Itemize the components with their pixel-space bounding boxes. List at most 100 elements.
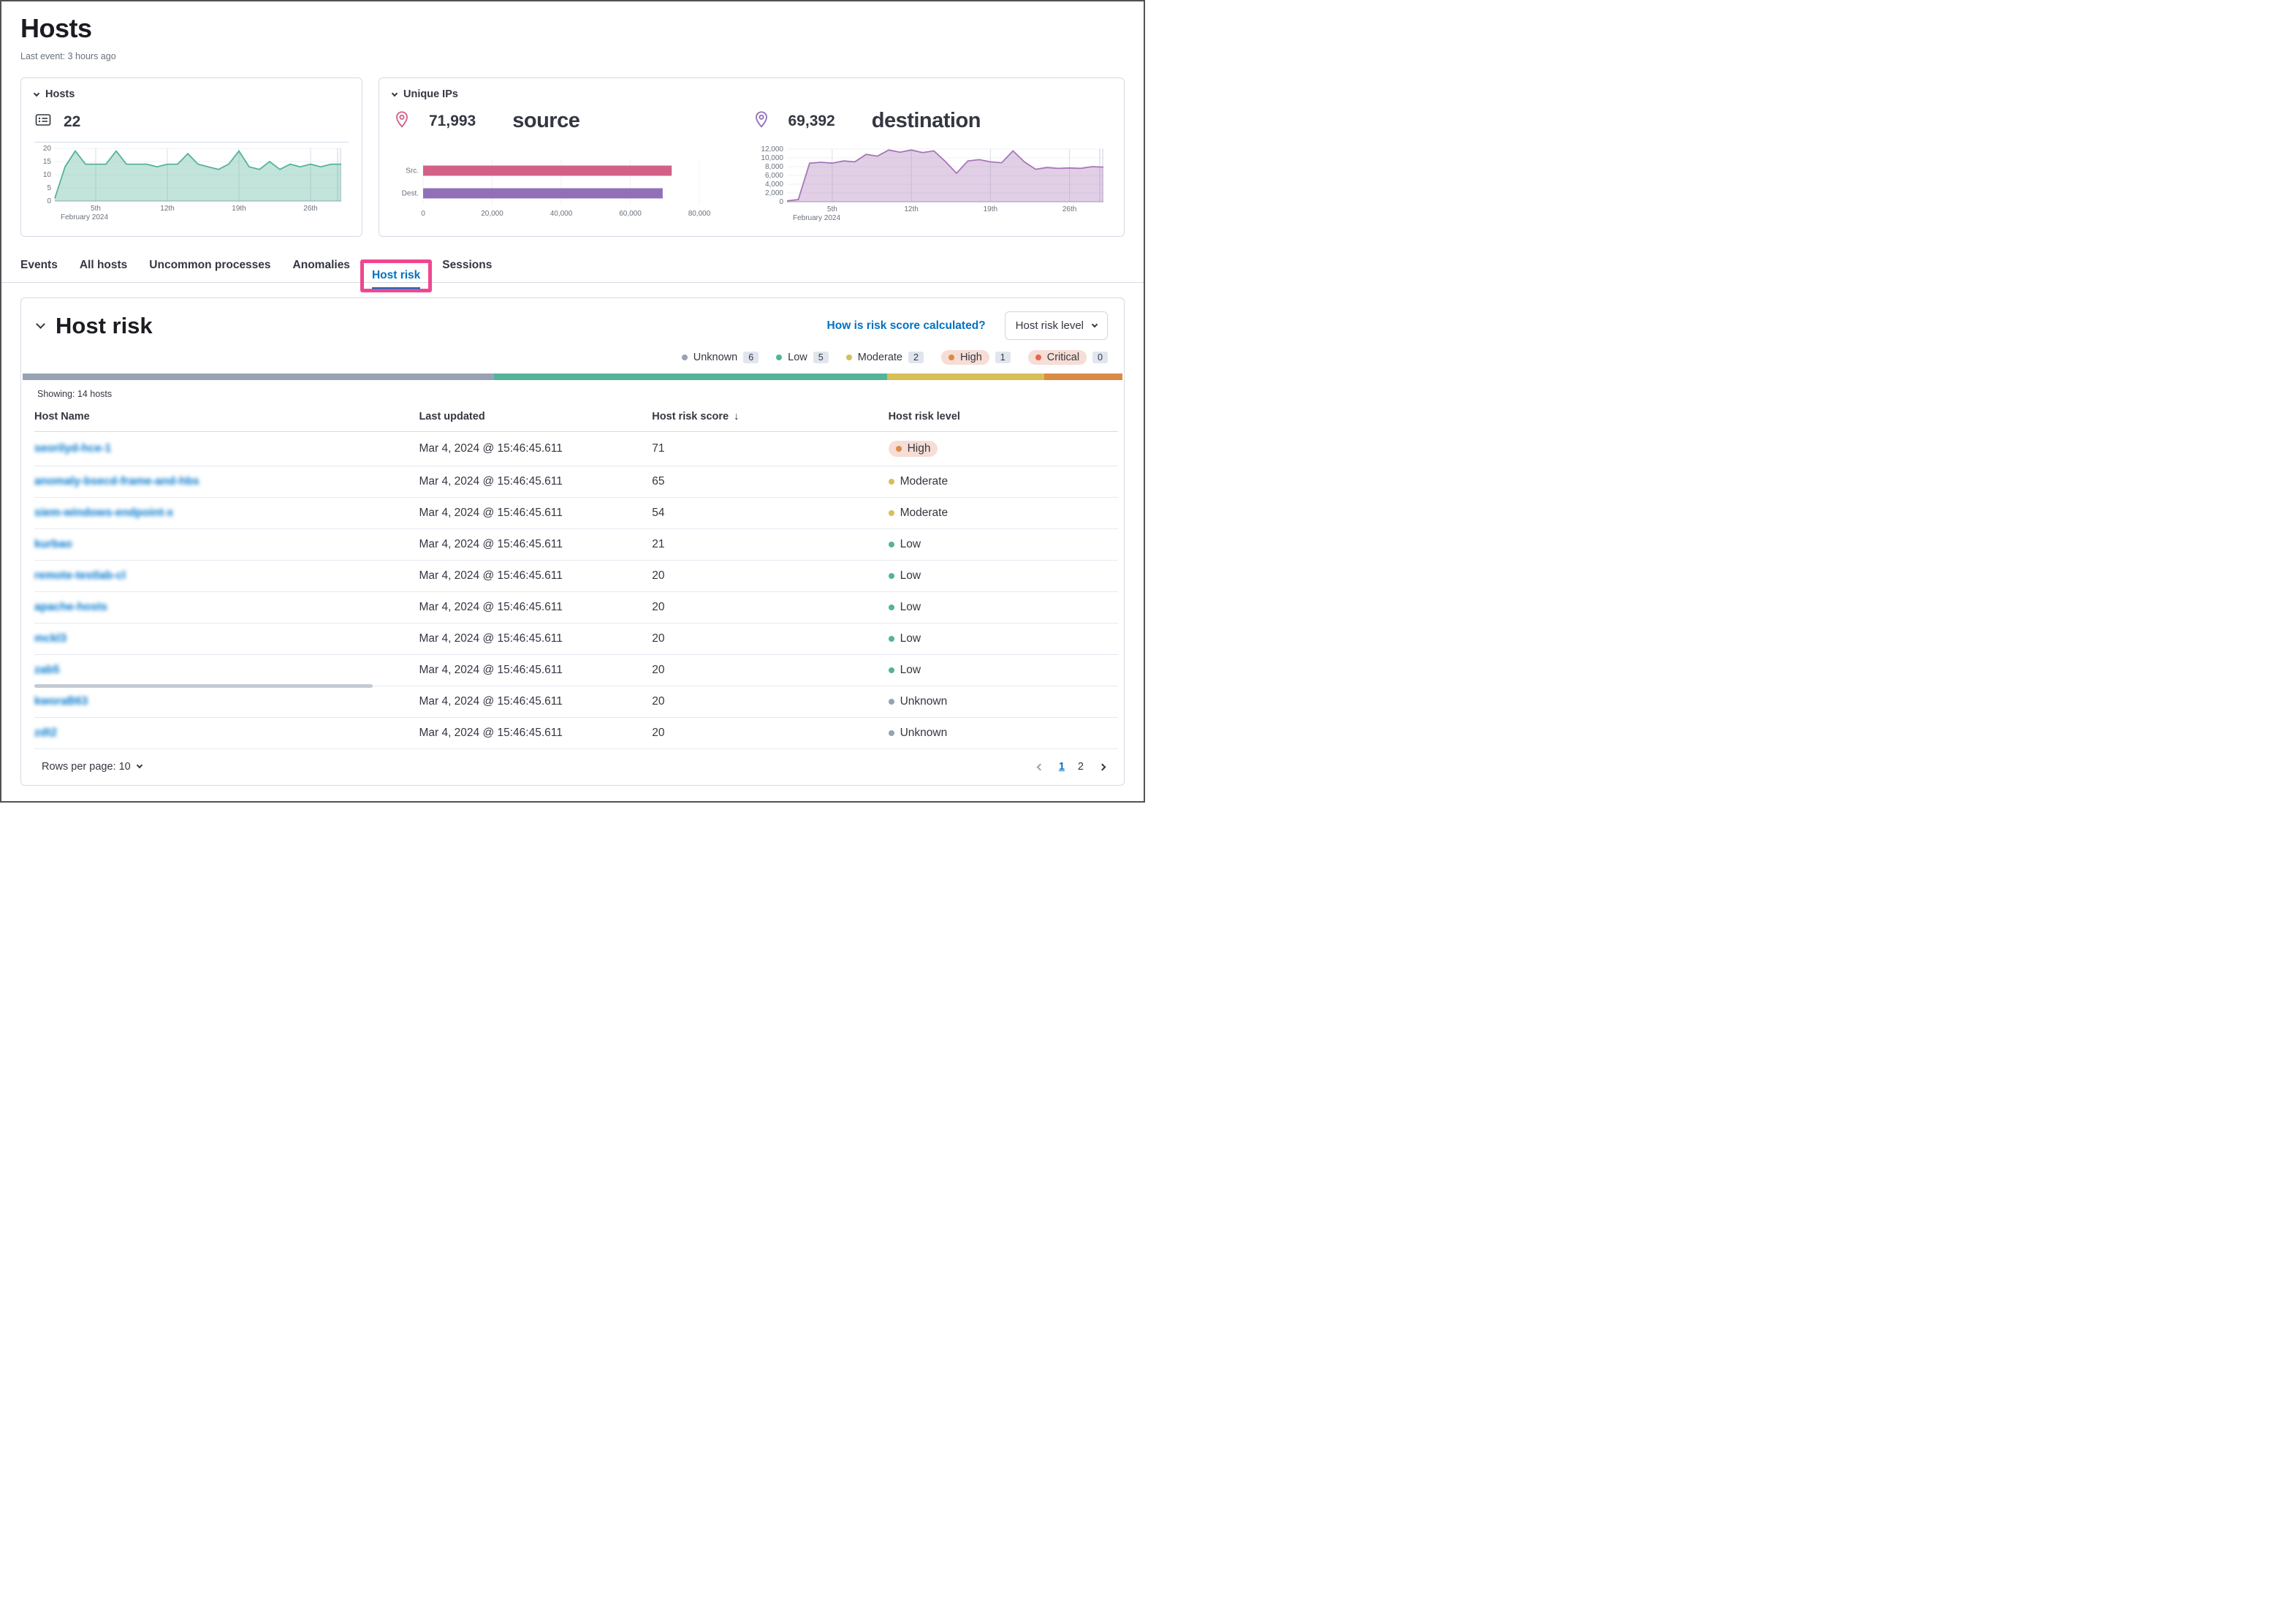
risk-level-cell: Moderate xyxy=(889,498,1118,529)
host-name-cell: mckl3 xyxy=(34,623,419,655)
hosts-panel-title: Hosts xyxy=(45,88,75,100)
svg-text:0: 0 xyxy=(779,198,783,206)
last-updated-cell: Mar 4, 2024 @ 15:46:45.611 xyxy=(419,466,652,498)
risk-score-cell: 21 xyxy=(652,529,888,561)
risk-score-cell: 20 xyxy=(652,686,888,718)
column-header-host-risk-level[interactable]: Host risk level xyxy=(889,401,1118,432)
risk-level-cell: Low xyxy=(889,623,1118,655)
kpi-unique-ips-panel: Unique IPs 71,993 source xyxy=(379,77,1125,237)
host-name-link[interactable]: zab5 xyxy=(34,664,59,676)
distribution-segment-moderate xyxy=(887,374,1044,380)
risk-score-cell: 71 xyxy=(652,432,888,466)
host-risk-table: Host NameLast updatedHost risk score↓Hos… xyxy=(34,401,1118,749)
level-dot xyxy=(889,667,894,673)
risk-level-badge: Low xyxy=(889,664,921,677)
host-name-cell: apache-hosts xyxy=(34,592,419,623)
host-risk-title: Host risk xyxy=(56,313,153,339)
risk-level-badge: Moderate xyxy=(889,475,948,488)
rows-per-page-button[interactable]: Rows per page: 10 xyxy=(37,760,146,773)
legend-dot xyxy=(846,355,852,360)
host-risk-controls: How is risk score calculated? Host risk … xyxy=(823,311,1108,340)
host-name-cell: zdt2 xyxy=(34,718,419,749)
page-number-1[interactable]: 1 xyxy=(1059,761,1065,773)
kpi-row: Hosts 22 051015205th12th19th26thFebruary… xyxy=(1,77,1144,237)
source-stat: 71,993 source xyxy=(392,109,752,133)
svg-text:19th: 19th xyxy=(984,205,997,213)
risk-score-cell: 20 xyxy=(652,592,888,623)
risk-level-cell: Low xyxy=(889,561,1118,592)
legend-dot xyxy=(682,355,688,360)
svg-text:0: 0 xyxy=(421,210,425,218)
svg-text:60,000: 60,000 xyxy=(619,210,642,218)
risk-level-badge: Unknown xyxy=(889,695,948,708)
risk-score-cell: 20 xyxy=(652,623,888,655)
table-body: seorilyd-hce-1 Mar 4, 2024 @ 15:46:45.611… xyxy=(34,432,1118,749)
legend-count-badge: 6 xyxy=(743,352,759,363)
unique-ips-panel-header[interactable]: Unique IPs xyxy=(392,88,1111,100)
svg-text:12th: 12th xyxy=(160,205,174,213)
host-risk-table-wrap: Host NameLast updatedHost risk score↓Hos… xyxy=(21,401,1124,749)
destination-label: destination xyxy=(872,109,981,133)
map-pin-icon xyxy=(752,110,771,132)
svg-text:5th: 5th xyxy=(827,205,837,213)
last-updated-cell: Mar 4, 2024 @ 15:46:45.611 xyxy=(419,561,652,592)
tab-uncommon-processes[interactable]: Uncommon processes xyxy=(149,259,270,282)
column-header-last-updated[interactable]: Last updated xyxy=(419,401,652,432)
map-pin-icon xyxy=(392,110,411,132)
risk-level-cell: Moderate xyxy=(889,466,1118,498)
level-dot xyxy=(889,542,894,547)
table-row: siem-windows-endpoint-x Mar 4, 2024 @ 15:… xyxy=(34,498,1118,529)
host-name-link[interactable]: zdt2 xyxy=(34,727,57,739)
hosts-panel-header[interactable]: Hosts xyxy=(34,88,349,100)
svg-text:19th: 19th xyxy=(232,205,246,213)
svg-text:10: 10 xyxy=(43,171,52,179)
svg-text:Src.: Src. xyxy=(406,167,419,175)
level-dot xyxy=(889,636,894,642)
tab-anomalies[interactable]: Anomalies xyxy=(293,259,350,282)
risk-level-badge: Low xyxy=(889,569,921,583)
host-risk-panel: Host risk How is risk score calculated? … xyxy=(20,297,1125,786)
svg-text:February 2024: February 2024 xyxy=(793,214,840,222)
chevron-down-icon[interactable] xyxy=(36,319,45,329)
host-name-link[interactable]: remote-testlab-cl xyxy=(34,569,126,582)
host-name-link[interactable]: siem-windows-endpoint-x xyxy=(34,507,173,519)
host-name-link[interactable]: anomaly-bsecd-frame-and-hbs xyxy=(34,475,199,488)
svg-text:10,000: 10,000 xyxy=(761,154,783,162)
host-name-link[interactable]: kworaB63 xyxy=(34,695,88,708)
table-row: seorilyd-hce-1 Mar 4, 2024 @ 15:46:45.611… xyxy=(34,432,1118,466)
previous-page-button[interactable] xyxy=(1035,758,1046,775)
hosts-icon xyxy=(34,111,52,133)
next-page-button[interactable] xyxy=(1097,758,1108,775)
tab-events[interactable]: Events xyxy=(20,259,58,282)
last-updated-cell: Mar 4, 2024 @ 15:46:45.611 xyxy=(419,432,652,466)
svg-text:5: 5 xyxy=(47,184,51,192)
risk-level-cell: Low xyxy=(889,592,1118,623)
host-name-link[interactable]: mckl3 xyxy=(34,632,66,645)
tab-bar: Events All hosts Uncommon processes Anomali… xyxy=(1,237,1144,283)
chevron-down-icon xyxy=(136,762,142,768)
table-header-row: Host NameLast updatedHost risk score↓Hos… xyxy=(34,401,1118,432)
page-number-2[interactable]: 2 xyxy=(1078,761,1084,773)
table-row: kurbaoMar 4, 2024 @ 15:46:45.61121Low xyxy=(34,529,1118,561)
destination-count: 69,392 xyxy=(788,113,835,130)
chevron-left-icon xyxy=(1036,764,1044,771)
column-header-host-name[interactable]: Host Name xyxy=(34,401,419,432)
tab-host-risk[interactable]: Host risk xyxy=(372,269,420,289)
last-updated-cell: Mar 4, 2024 @ 15:46:45.611 xyxy=(419,623,652,655)
host-risk-level-filter-button[interactable]: Host risk level xyxy=(1005,311,1108,340)
host-name-link[interactable]: seorilyd-hce-1 xyxy=(34,442,111,455)
last-updated-cell: Mar 4, 2024 @ 15:46:45.611 xyxy=(419,498,652,529)
host-name-link[interactable]: kurbao xyxy=(34,538,72,550)
svg-text:26th: 26th xyxy=(1063,205,1076,213)
annotation-highlight-box: Host risk xyxy=(360,259,432,292)
legend-item-unknown: Unknown6 xyxy=(682,352,759,363)
tab-all-hosts[interactable]: All hosts xyxy=(80,259,127,282)
table-row: mckl3 Mar 4, 2024 @ 15:46:45.61120Low xyxy=(34,623,1118,655)
tab-sessions[interactable]: Sessions xyxy=(442,259,492,282)
risk-score-help-link[interactable]: How is risk score calculated? xyxy=(823,319,990,333)
column-header-host-risk-score[interactable]: Host risk score↓ xyxy=(652,401,888,432)
level-dot xyxy=(889,479,894,485)
host-name-link[interactable]: apache-hosts xyxy=(34,601,107,613)
host-name-cell: kurbao xyxy=(34,529,419,561)
risk-distribution-bar xyxy=(23,374,1122,380)
